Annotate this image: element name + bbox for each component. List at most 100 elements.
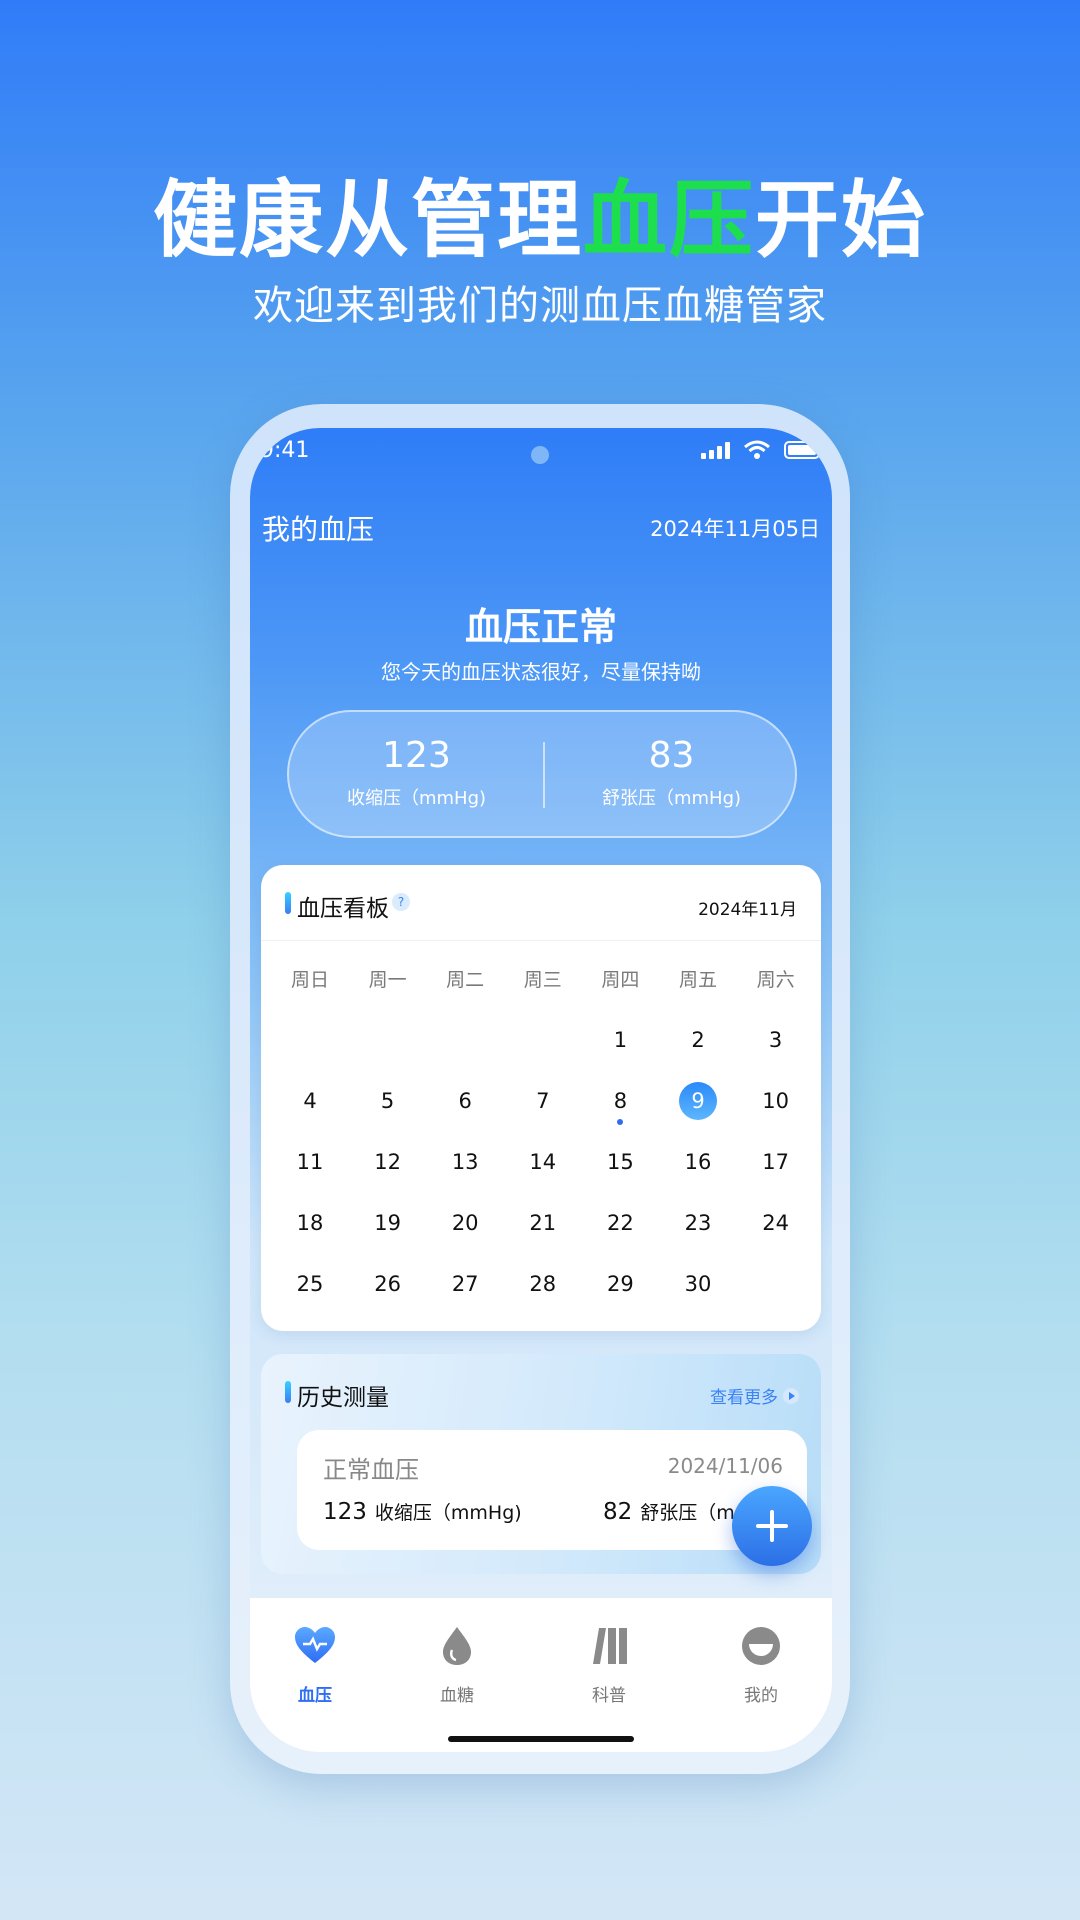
calendar-day-number: 30 bbox=[684, 1272, 712, 1296]
calendar-day-number: 20 bbox=[451, 1211, 479, 1235]
diastolic-label: 舒张压（mmHg) bbox=[601, 788, 742, 809]
calendar-day-number: 11 bbox=[296, 1150, 324, 1174]
camera-dot bbox=[531, 446, 549, 464]
headline-highlight: 血压 bbox=[582, 171, 755, 269]
tab-label: 血压 bbox=[298, 1686, 332, 1706]
calendar-day-1[interactable]: 1 bbox=[581, 1020, 659, 1060]
status-time: 9:41 bbox=[260, 438, 310, 463]
weekday-label: 周三 bbox=[523, 969, 562, 991]
app-screen: 9:41 我的血压 2024年11月05日 血压正常 您今天的血压状态很好，尽量… bbox=[250, 428, 832, 1752]
calendar-day-number: 18 bbox=[296, 1211, 324, 1235]
systolic-label: 收缩压（mmHg) bbox=[346, 788, 487, 809]
promo-subtitle: 欢迎来到我们的测血压血糖管家 bbox=[253, 283, 827, 329]
headline-text: 健康从管理 bbox=[152, 171, 583, 269]
weekday-label: 周日 bbox=[290, 969, 329, 991]
calendar-day-number: 19 bbox=[374, 1211, 401, 1235]
status-icons bbox=[701, 440, 820, 460]
tab-science[interactable]: 科普 bbox=[559, 1624, 659, 1706]
record-date: 2024/11/06 bbox=[667, 1454, 783, 1478]
weekday-label: 周二 bbox=[446, 969, 485, 991]
calendar-day-number: 26 bbox=[374, 1272, 401, 1296]
bp-summary-pill: 123 收缩压（mmHg) 83 舒张压（mmHg) bbox=[287, 710, 797, 838]
calendar-day-5[interactable]: 5 bbox=[349, 1081, 427, 1121]
arrow-right-icon bbox=[783, 1387, 799, 1404]
systolic-value: 123 bbox=[382, 735, 451, 776]
view-more-link[interactable]: 查看更多 bbox=[710, 1383, 799, 1408]
calendar-day-9[interactable]: 9 bbox=[659, 1081, 737, 1121]
calendar-day-23[interactable]: 23 bbox=[659, 1203, 737, 1243]
tab-label: 血糖 bbox=[440, 1686, 474, 1706]
calendar-day-21[interactable]: 21 bbox=[504, 1203, 582, 1243]
signal-icon bbox=[701, 441, 730, 459]
calendar-day-30[interactable]: 30 bbox=[659, 1264, 737, 1304]
calendar-day-number: 3 bbox=[768, 1028, 783, 1052]
books-icon bbox=[593, 1628, 627, 1664]
calendar-day-number: 6 bbox=[458, 1089, 472, 1113]
diastolic-summary: 83 舒张压（mmHg) bbox=[544, 736, 799, 810]
tab-blood-sugar[interactable]: 血糖 bbox=[407, 1624, 507, 1706]
calendar-card: 血压看板 ? 2024年11月 周日 周一 周二 周三 周四 周五 周六 123456789… bbox=[261, 865, 821, 1331]
record-type: 正常血压 bbox=[323, 1456, 419, 1484]
calendar-day-7[interactable]: 7 bbox=[504, 1081, 582, 1121]
calendar-day-11[interactable]: 11 bbox=[271, 1142, 349, 1182]
calendar-day-8[interactable]: 8 bbox=[581, 1081, 659, 1121]
calendar-day-28[interactable]: 28 bbox=[504, 1264, 582, 1304]
calendar-day-12[interactable]: 12 bbox=[349, 1142, 427, 1182]
record-systolic-label: 收缩压（mmHg) bbox=[374, 1502, 522, 1524]
calendar-day-number: 7 bbox=[536, 1089, 550, 1113]
calendar-day-26[interactable]: 26 bbox=[349, 1264, 427, 1304]
divider bbox=[261, 940, 821, 941]
tab-profile[interactable]: 我的 bbox=[711, 1624, 811, 1706]
calendar-day-20[interactable]: 20 bbox=[426, 1203, 504, 1243]
headline-text-end: 开始 bbox=[755, 171, 928, 269]
history-title: 历史测量 bbox=[297, 1385, 389, 1411]
calendar-day-15[interactable]: 15 bbox=[581, 1142, 659, 1182]
calendar-day-number: 5 bbox=[380, 1089, 395, 1113]
calendar-day-number: 15 bbox=[607, 1150, 634, 1174]
calendar-day-10[interactable]: 10 bbox=[737, 1081, 815, 1121]
help-icon[interactable]: ? bbox=[392, 893, 410, 911]
calendar-day-17[interactable]: 17 bbox=[737, 1142, 815, 1182]
calendar-day-29[interactable]: 29 bbox=[581, 1264, 659, 1304]
drop-icon bbox=[443, 1627, 471, 1665]
tab-label: 我的 bbox=[744, 1686, 778, 1706]
calendar-day-22[interactable]: 22 bbox=[581, 1203, 659, 1243]
page-title: 我的血压 bbox=[262, 513, 375, 546]
calendar-day-24[interactable]: 24 bbox=[737, 1203, 815, 1243]
calendar-day-2[interactable]: 2 bbox=[659, 1020, 737, 1060]
weekday-label: 周一 bbox=[368, 969, 407, 991]
calendar-day-number: 28 bbox=[529, 1272, 557, 1296]
calendar-day-4[interactable]: 4 bbox=[271, 1081, 349, 1121]
calendar-day-number: 13 bbox=[451, 1150, 479, 1174]
calendar-day-6[interactable]: 6 bbox=[426, 1081, 504, 1121]
calendar-day-14[interactable]: 14 bbox=[504, 1142, 582, 1182]
tab-blood-pressure[interactable]: 血压 bbox=[265, 1624, 365, 1706]
calendar-day-number: 17 bbox=[762, 1150, 789, 1174]
calendar-day-18[interactable]: 18 bbox=[271, 1203, 349, 1243]
weekday-label: 周四 bbox=[601, 969, 640, 991]
record-marker-dot bbox=[617, 1119, 624, 1125]
heart-pulse-icon bbox=[295, 1627, 335, 1663]
tab-label: 科普 bbox=[592, 1686, 626, 1706]
add-record-button[interactable] bbox=[732, 1486, 812, 1566]
calendar-day-number: 10 bbox=[762, 1089, 789, 1113]
bottom-tab-bar: 血压 血糖 科普 我的 bbox=[250, 1598, 832, 1752]
calendar-month[interactable]: 2024年11月 bbox=[698, 895, 797, 920]
record-systolic: 123 收缩压（mmHg) bbox=[323, 1498, 522, 1525]
section-accent-bar bbox=[285, 892, 291, 914]
calendar-day-3[interactable]: 3 bbox=[737, 1020, 815, 1060]
profile-icon bbox=[742, 1627, 780, 1665]
calendar-day-16[interactable]: 16 bbox=[659, 1142, 737, 1182]
calendar-day-number: 21 bbox=[529, 1211, 557, 1235]
calendar-day-number: 9 bbox=[679, 1082, 717, 1120]
calendar-day-13[interactable]: 13 bbox=[426, 1142, 504, 1182]
calendar-day-number: 4 bbox=[303, 1089, 317, 1113]
calendar-day-19[interactable]: 19 bbox=[349, 1203, 427, 1243]
calendar-day-25[interactable]: 25 bbox=[271, 1264, 349, 1304]
view-more-label: 查看更多 bbox=[710, 1388, 778, 1408]
history-record[interactable]: 正常血压 2024/11/06 123 收缩压（mmHg) 82 舒张压（mmHg) bbox=[297, 1430, 807, 1550]
calendar-title: 血压看板 bbox=[297, 896, 389, 922]
calendar-day-27[interactable]: 27 bbox=[426, 1264, 504, 1304]
battery-icon bbox=[784, 441, 820, 459]
current-date: 2024年11月05日 bbox=[650, 517, 820, 541]
